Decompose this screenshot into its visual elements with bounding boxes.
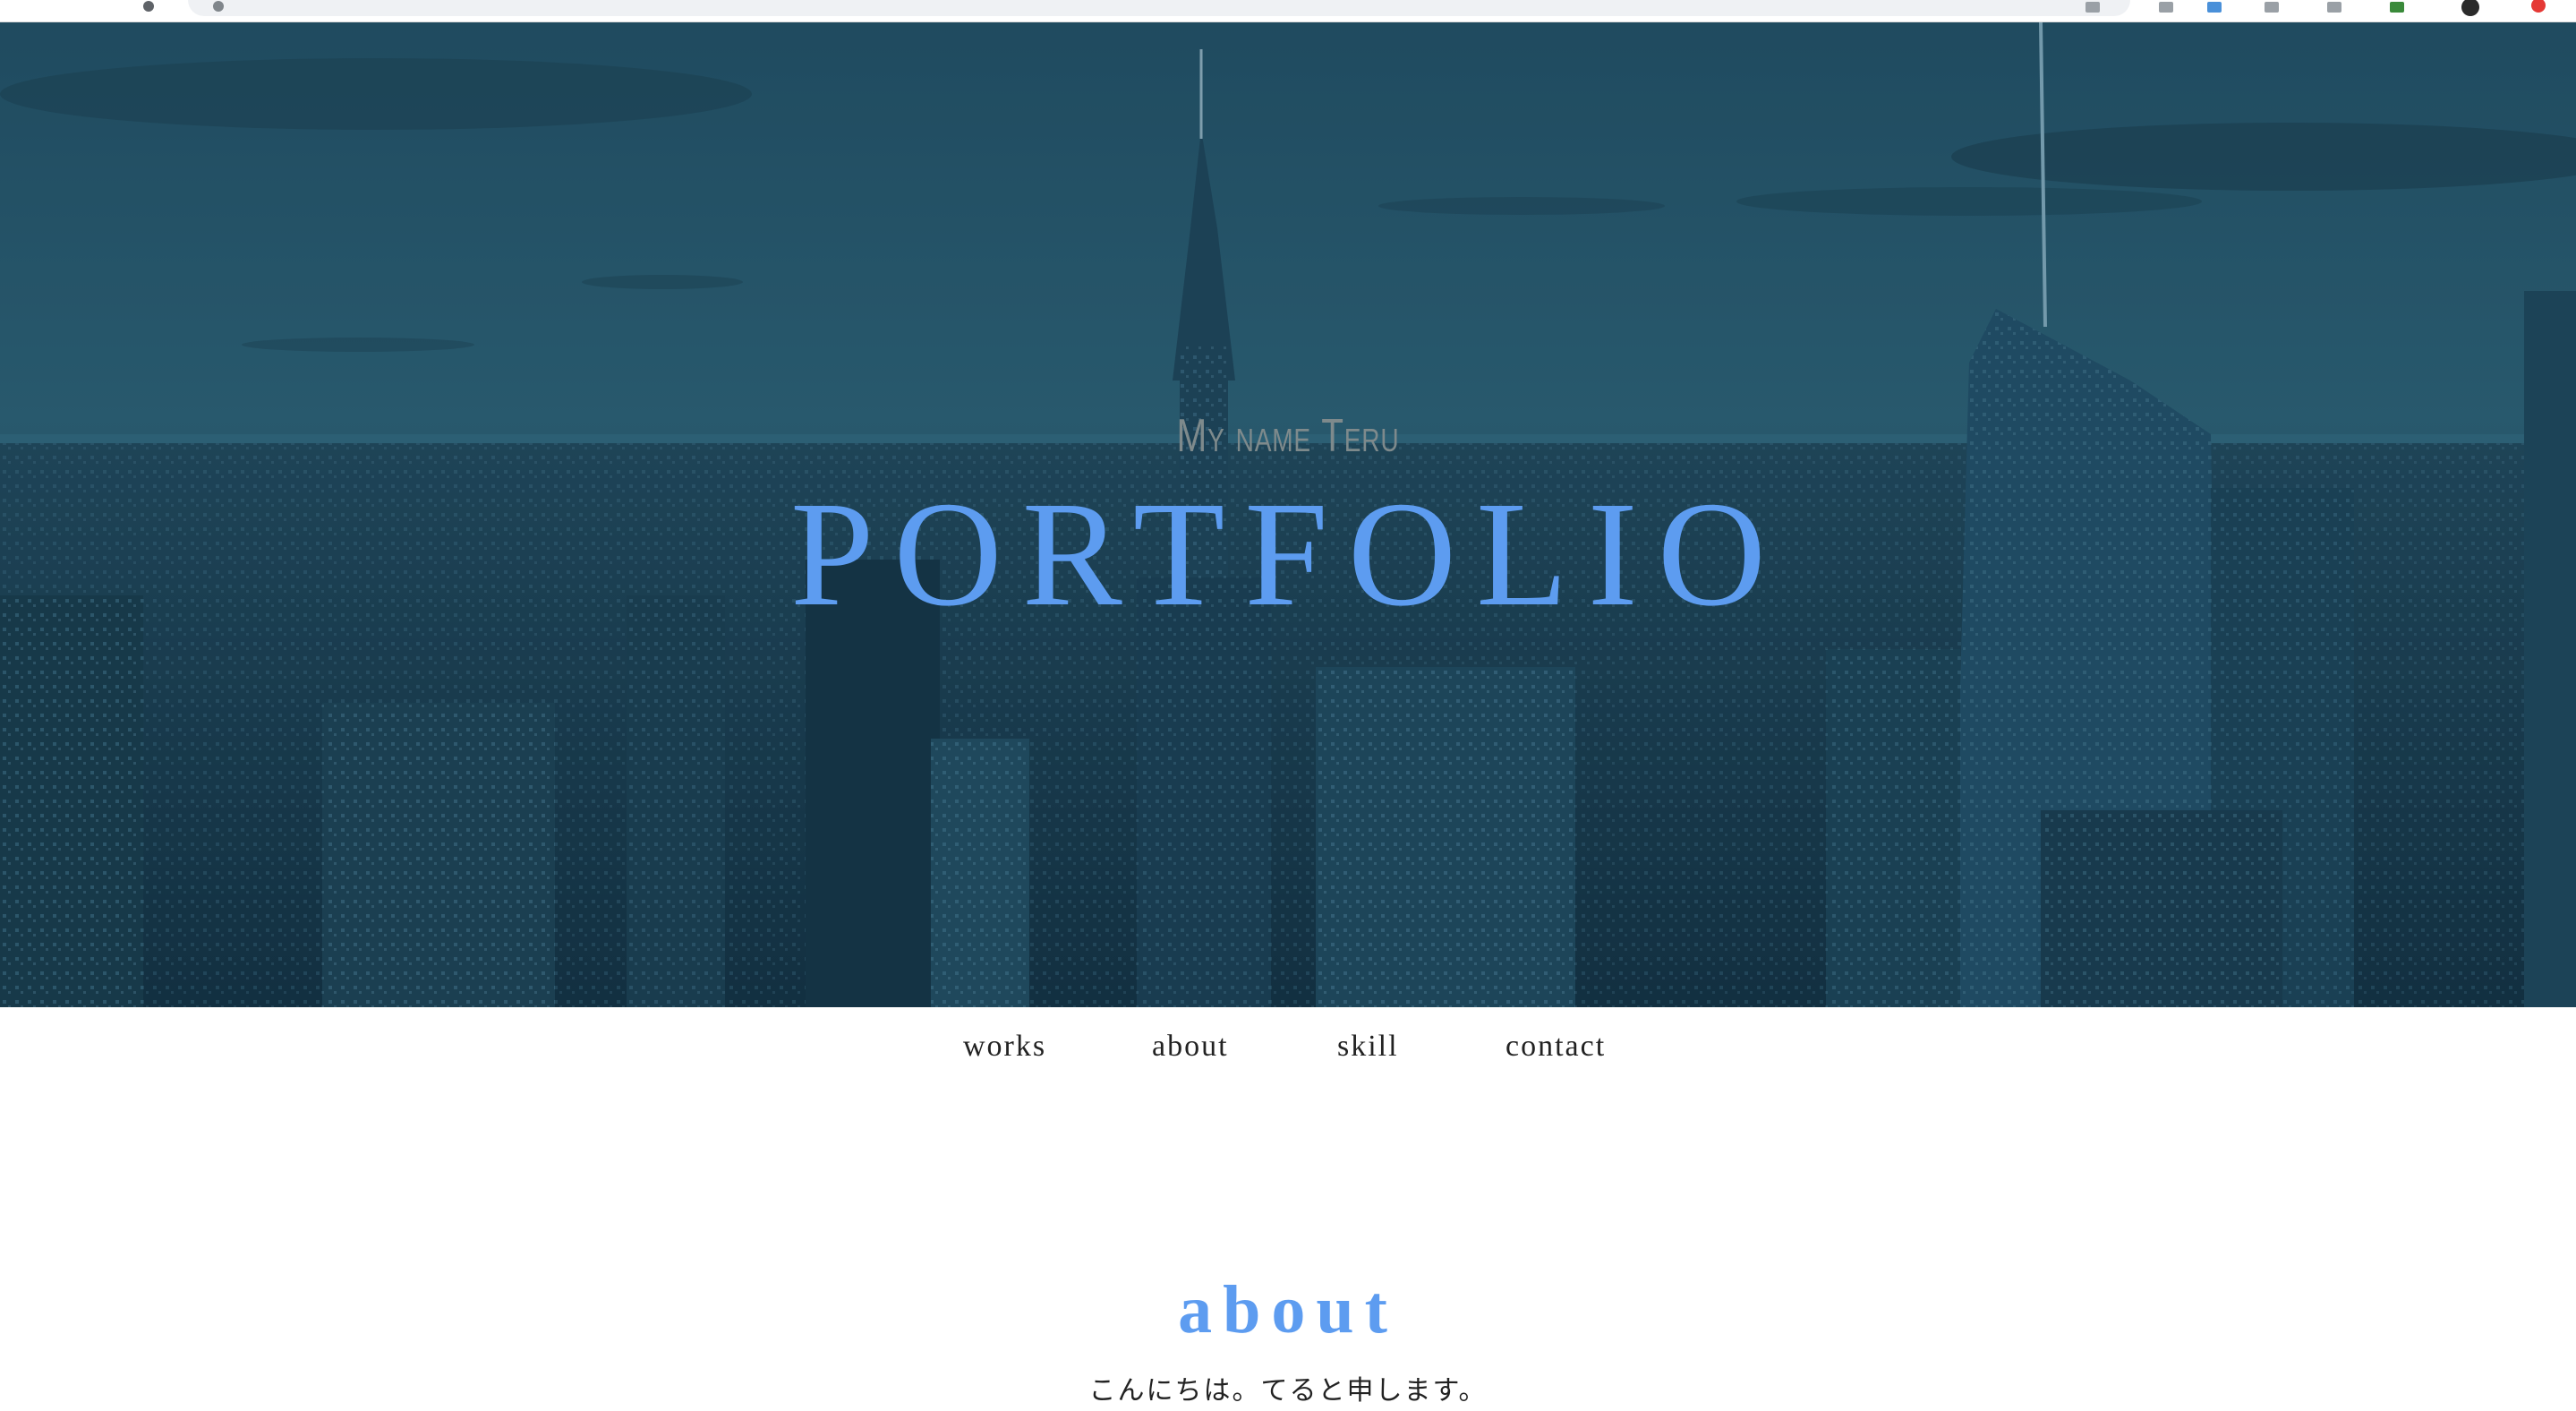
hero-title: PORTFOLIO xyxy=(790,471,1786,637)
profile-avatar[interactable] xyxy=(2461,0,2479,16)
about-section-title: about xyxy=(1178,1272,1398,1347)
extension-icon[interactable] xyxy=(2207,2,2222,13)
nav-item-about[interactable]: about xyxy=(1152,1030,1229,1064)
about-section-text: こんにちは。てると申します。 xyxy=(1088,1375,1488,1407)
notification-icon[interactable] xyxy=(2531,0,2546,13)
address-bar[interactable] xyxy=(188,0,2130,16)
nav-item-works[interactable]: works xyxy=(963,1030,1046,1064)
extension-icon[interactable] xyxy=(2390,2,2404,13)
hero-banner: My name Teru PORTFOLIO xyxy=(0,22,2576,1007)
extension-icon[interactable] xyxy=(2159,2,2173,13)
star-icon[interactable] xyxy=(2086,2,2100,13)
hero-subtitle: My name Teru xyxy=(1176,410,1400,462)
back-icon[interactable] xyxy=(143,1,154,12)
extension-icon[interactable] xyxy=(2265,2,2279,13)
site-info-icon[interactable] xyxy=(213,1,224,12)
main-navigation: works about skill contact xyxy=(0,1030,2576,1074)
extension-icon[interactable] xyxy=(2327,2,2341,13)
browser-toolbar xyxy=(0,0,2576,22)
nav-item-skill[interactable]: skill xyxy=(1337,1030,1399,1064)
nav-item-contact[interactable]: contact xyxy=(1506,1030,1606,1064)
